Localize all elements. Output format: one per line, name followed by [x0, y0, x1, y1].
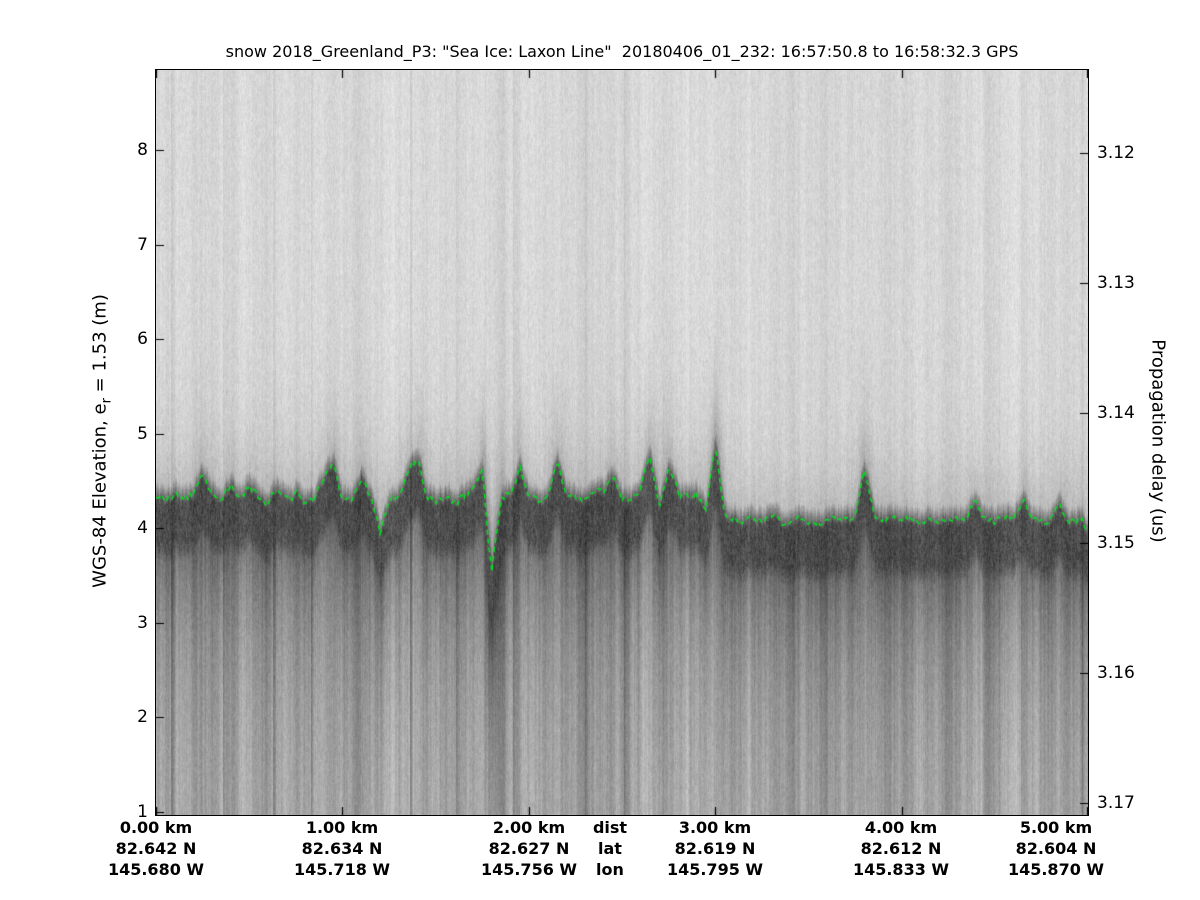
x-lat-value: 82.627 N	[488, 839, 570, 858]
left-tick-label: 3	[137, 613, 148, 633]
left-tick-label: 4	[137, 518, 148, 538]
right-tick-label: 3.16	[1097, 663, 1135, 683]
plot-area	[155, 69, 1089, 816]
x-annotation-column: 5.00 km 82.604 N 145.870 W	[1008, 817, 1104, 880]
x-lon-value: 145.680 W	[107, 860, 205, 879]
right-tick-label: 3.17	[1097, 793, 1135, 813]
x-lon-value: 145.718 W	[293, 860, 391, 879]
x-annotation-headers: dist lat lon	[593, 817, 627, 880]
x-lat-value: 82.604 N	[1015, 839, 1097, 858]
figure: snow 2018_Greenland_P3: "Sea Ice: Laxon …	[0, 0, 1200, 900]
left-tick-label: 7	[137, 235, 148, 255]
echogram-canvas	[156, 70, 1088, 815]
left-tick-label: 2	[137, 707, 148, 727]
left-axis-label-subscript: r	[99, 398, 115, 404]
right-tick-label: 3.15	[1097, 533, 1135, 553]
x-annotation-column: 3.00 km 82.619 N 145.795 W	[667, 817, 763, 880]
left-tick-label: 8	[137, 140, 148, 160]
right-tick-label: 3.13	[1097, 273, 1135, 293]
right-axis-label: Propagation delay (us)	[1147, 339, 1169, 543]
x-lat-value: 82.642 N	[115, 839, 197, 858]
x-lon-header: lon	[596, 860, 624, 879]
x-lon-value: 145.795 W	[666, 860, 764, 879]
x-dist-value: 4.00 km	[864, 818, 938, 837]
x-lat-value: 82.619 N	[674, 839, 756, 858]
right-tick-label: 3.14	[1097, 403, 1135, 423]
x-lon-value: 145.870 W	[1007, 860, 1105, 879]
x-dist-value: 1.00 km	[305, 818, 379, 837]
x-lon-value: 145.756 W	[480, 860, 578, 879]
x-annotation-column: 4.00 km 82.612 N 145.833 W	[853, 817, 949, 880]
x-annotation-column: 1.00 km 82.634 N 145.718 W	[294, 817, 390, 880]
figure-title: snow 2018_Greenland_P3: "Sea Ice: Laxon …	[225, 42, 1019, 61]
x-lat-header: lat	[598, 839, 622, 858]
right-tick-label: 3.12	[1097, 143, 1135, 163]
x-dist-header: dist	[592, 818, 628, 837]
left-tick-label: 6	[137, 329, 148, 349]
x-lon-value: 145.833 W	[852, 860, 950, 879]
x-dist-value: 3.00 km	[678, 818, 752, 837]
x-dist-value: 5.00 km	[1019, 818, 1093, 837]
x-annotation-column: 2.00 km 82.627 N 145.756 W	[481, 817, 577, 880]
x-lat-value: 82.634 N	[301, 839, 383, 858]
left-tick-label: 5	[137, 424, 148, 444]
x-lat-value: 82.612 N	[860, 839, 942, 858]
x-dist-value: 0.00 km	[119, 818, 193, 837]
x-annotation-column: 0.00 km 82.642 N 145.680 W	[108, 817, 204, 880]
x-dist-value: 2.00 km	[492, 818, 566, 837]
